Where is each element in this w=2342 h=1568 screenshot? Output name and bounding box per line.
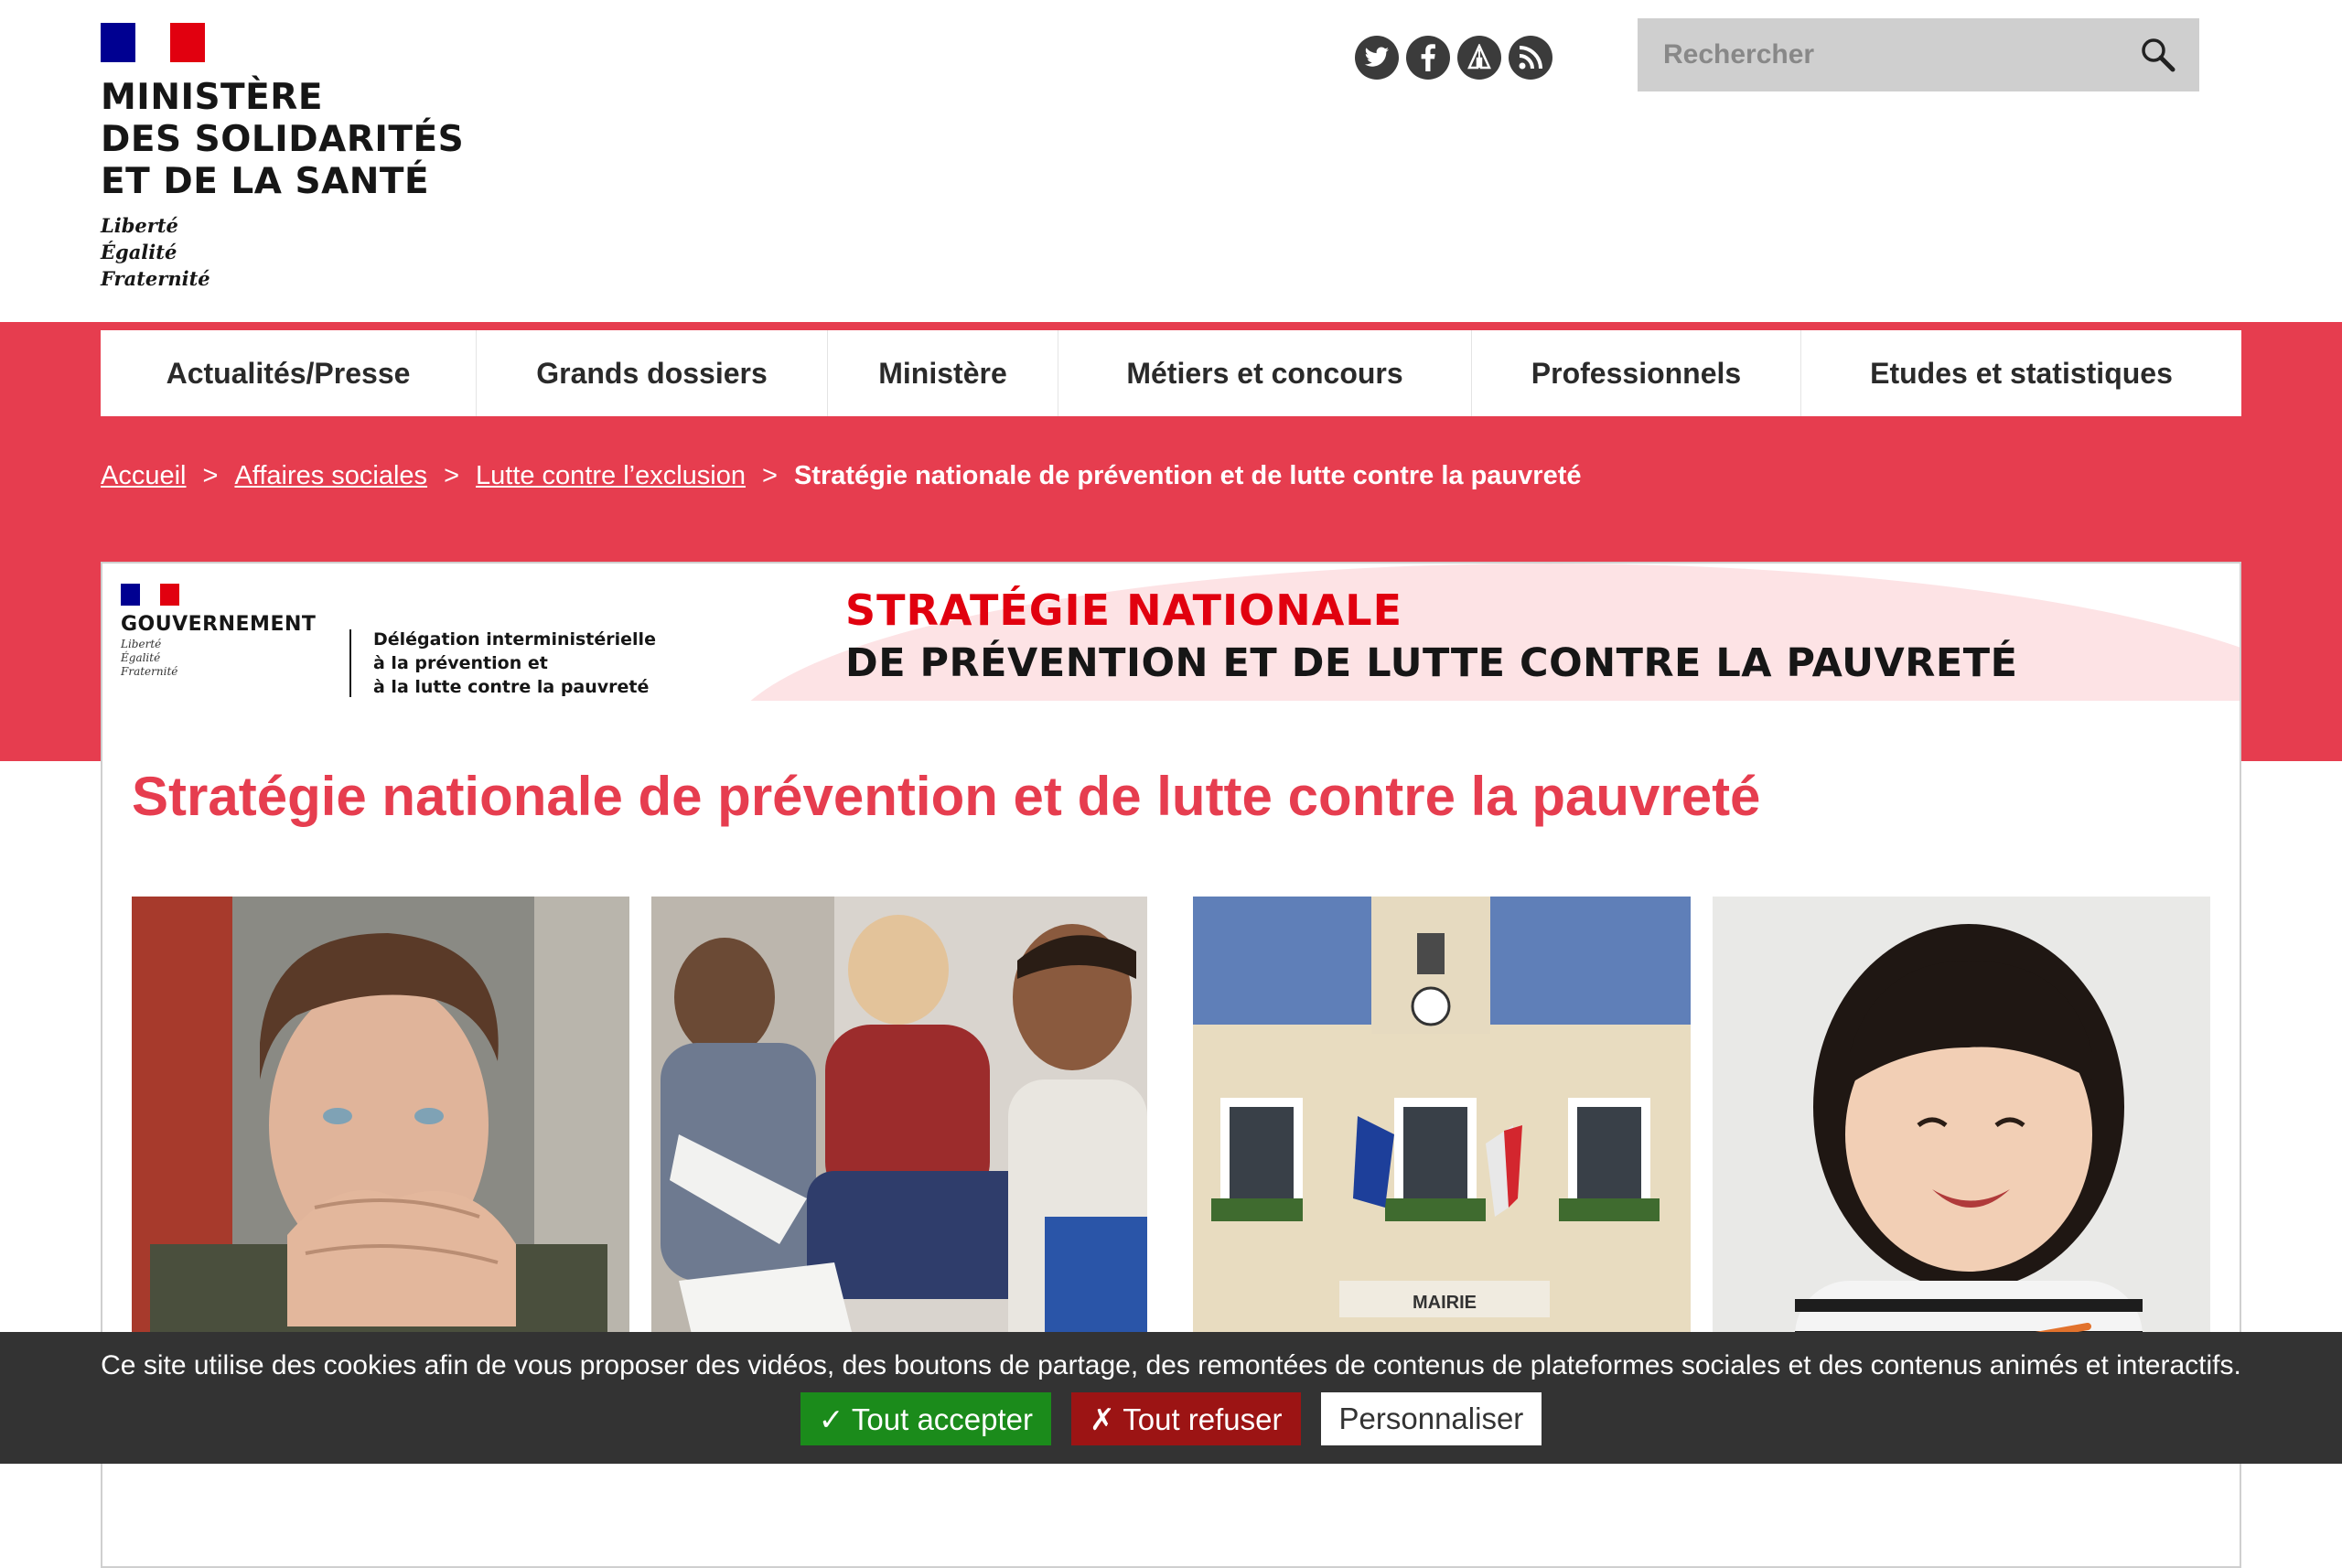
social-links (1355, 36, 1552, 80)
search-button[interactable] (2117, 18, 2199, 91)
french-flag-icon (101, 23, 205, 62)
nav-item-etudes[interactable]: Etudes et statistiques (1801, 330, 2241, 416)
main-nav: Actualités/Presse Grands dossiers Minist… (101, 330, 2241, 416)
search-box (1638, 18, 2199, 91)
nav-item-metiers[interactable]: Métiers et concours (1058, 330, 1472, 416)
search-icon (2142, 38, 2175, 72)
breadcrumb-link-affaires-sociales[interactable]: Affaires sociales (234, 461, 427, 491)
logo-divider (349, 629, 351, 697)
government-logo: GOUVERNEMENT Liberté Égalité Fraternité … (121, 584, 656, 697)
ministry-logo[interactable]: MINISTÈRE DES SOLIDARITÉS ET DE LA SANTÉ… (101, 23, 467, 292)
banner-title: STRATÉGIE NATIONALE DE PRÉVENTION ET DE … (845, 584, 2017, 690)
breadcrumb-separator: > (444, 461, 459, 490)
delegation-name: Délégation interministérielle à la préve… (373, 629, 656, 697)
french-flag-icon (121, 584, 179, 606)
facebook-icon[interactable] (1406, 36, 1450, 80)
banner-title-line1: STRATÉGIE NATIONALE (845, 585, 1403, 635)
nav-item-professionnels[interactable]: Professionnels (1472, 330, 1801, 416)
nav-item-ministere[interactable]: Ministère (828, 330, 1058, 416)
twitter-icon[interactable] (1355, 36, 1399, 80)
breadcrumb-separator: > (202, 461, 219, 490)
customize-button[interactable]: Personnaliser (1320, 1392, 1542, 1445)
search-input[interactable] (1638, 18, 2117, 91)
breadcrumb-separator: > (762, 461, 778, 490)
republic-motto: Liberté Égalité Fraternité (101, 214, 210, 290)
nav-item-actualites[interactable]: Actualités/Presse (101, 330, 477, 416)
banner-title-line2: DE PRÉVENTION ET DE LUTTE CONTRE LA PAUV… (845, 640, 2018, 686)
cookie-banner: Ce site utilise des cookies afin de vous… (0, 1332, 2342, 1464)
government-motto: Liberté Égalité Fraternité (121, 638, 178, 678)
strategy-banner: GOUVERNEMENT Liberté Égalité Fraternité … (102, 564, 2240, 701)
breadcrumb-link-lutte-exclusion[interactable]: Lutte contre l’exclusion (476, 461, 746, 491)
ministry-name: MINISTÈRE DES SOLIDARITÉS ET DE LA SANTÉ (101, 77, 465, 202)
breadcrumb: Accueil > Affaires sociales > Lutte cont… (101, 461, 1581, 491)
cookie-message: Ce site utilise des cookies afin de vous… (101, 1350, 2241, 1380)
rss-icon[interactable] (1509, 36, 1552, 80)
refuse-all-button[interactable]: ✗ Tout refuser (1071, 1392, 1301, 1445)
breadcrumb-link-accueil[interactable]: Accueil (101, 461, 187, 491)
page-title: Stratégie nationale de prévention et de … (132, 766, 1761, 827)
government-name: GOUVERNEMENT (121, 613, 317, 636)
nav-item-grands-dossiers[interactable]: Grands dossiers (477, 330, 828, 416)
accept-all-button[interactable]: ✓ Tout accepter (800, 1392, 1052, 1445)
breadcrumb-current: Stratégie nationale de prévention et de … (793, 461, 1582, 490)
pinterest-icon[interactable] (1457, 36, 1501, 80)
town-hall-sign: MAIRIE (1413, 1293, 1477, 1313)
